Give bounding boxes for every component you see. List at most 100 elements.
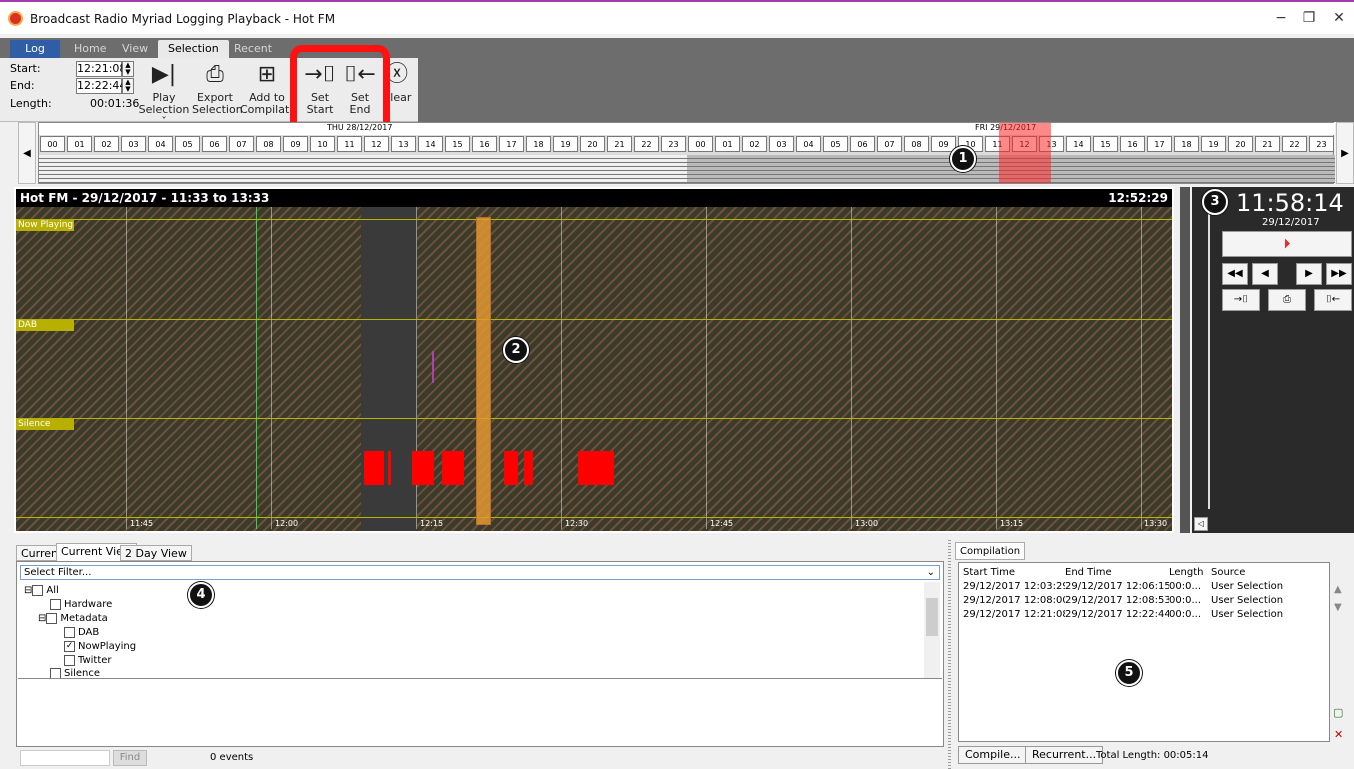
find-button[interactable]: Find xyxy=(113,750,147,766)
timeline-scroll-right[interactable]: ▶ xyxy=(1336,122,1354,184)
silence-event[interactable] xyxy=(578,451,614,485)
timeline-hour-cell[interactable]: 03 xyxy=(121,136,146,152)
minimize-button[interactable]: − xyxy=(1266,10,1296,30)
timeline-hour-cell[interactable]: 15 xyxy=(445,136,470,152)
checkbox[interactable] xyxy=(50,598,61,610)
recurrent-button[interactable]: Recurrent... xyxy=(1025,746,1104,764)
mute-button[interactable]: ◁ xyxy=(1194,517,1208,531)
timeline-hour-cell[interactable]: 06 xyxy=(850,136,875,152)
play-button[interactable]: ⏵ xyxy=(1222,231,1352,257)
timeline-hour-cell[interactable]: 01 xyxy=(715,136,740,152)
silence-event[interactable] xyxy=(442,451,464,485)
move-down-icon[interactable]: ▼ xyxy=(1334,602,1342,613)
add-to-compilation-button[interactable]: ⊞ Add to Compilation xyxy=(240,62,294,118)
timeline-hour-cell[interactable]: 02 xyxy=(94,136,119,152)
timeline-hour-cell[interactable]: 08 xyxy=(256,136,281,152)
timeline-hour-cell[interactable]: 02 xyxy=(742,136,767,152)
timeline-hour-cell[interactable]: 05 xyxy=(823,136,848,152)
timeline-hour-cell[interactable]: 23 xyxy=(661,136,686,152)
tree-item-nowplaying[interactable]: ✓ NowPlaying xyxy=(64,640,136,654)
timeline-hour-cell[interactable]: 17 xyxy=(1147,136,1172,152)
column-header[interactable]: End Time xyxy=(1065,566,1169,580)
timeline-hour-cell[interactable]: 23 xyxy=(1309,136,1334,152)
timeline-hour-cell[interactable]: 00 xyxy=(40,136,65,152)
timeline-hour-cell[interactable]: 07 xyxy=(229,136,254,152)
silence-event[interactable] xyxy=(412,451,434,485)
tab-2-day-view[interactable]: 2 Day View xyxy=(120,545,192,561)
table-row[interactable]: 29/12/2017 12:21:08 29/12/2017 12:22:44 00… xyxy=(959,608,1329,622)
start-spinner[interactable]: ▲ ▼ xyxy=(122,61,134,77)
tree-item-dab[interactable]: DAB xyxy=(64,626,99,640)
timeline-hour-cell[interactable]: 13 xyxy=(391,136,416,152)
timeline-hour-cell[interactable]: 01 xyxy=(67,136,92,152)
delete-icon[interactable]: ✕ xyxy=(1334,728,1343,741)
fast-forward-button[interactable]: ▶▶ xyxy=(1326,263,1352,285)
checkbox[interactable] xyxy=(46,612,58,624)
table-row[interactable]: 29/12/2017 12:08:00 29/12/2017 12:08:53 00… xyxy=(959,594,1329,608)
step-back-button[interactable]: ◀ xyxy=(1252,263,1278,285)
tab-compilation[interactable]: Compilation xyxy=(955,542,1026,560)
player-set-end-button[interactable]: ⌷← xyxy=(1314,289,1352,311)
end-spinner[interactable]: ▲ ▼ xyxy=(122,78,134,94)
checkbox[interactable] xyxy=(64,626,75,638)
timeline-overview[interactable]: THU 28/12/2017 FRI 29/12/2017 0001020304… xyxy=(38,122,1335,184)
end-time-input[interactable]: 12:22:44 xyxy=(76,78,126,94)
restore-button[interactable]: ❐ xyxy=(1294,10,1324,30)
step-forward-button[interactable]: ▶ xyxy=(1296,263,1322,285)
log-chart[interactable]: Hot FM - 29/12/2017 - 11:33 to 13:33 12:… xyxy=(14,187,1174,533)
timeline-hour-cell[interactable]: 10 xyxy=(310,136,335,152)
checkbox[interactable] xyxy=(64,654,75,666)
timeline-hour-cell[interactable]: 11 xyxy=(337,136,362,152)
column-header[interactable]: Start Time xyxy=(959,566,1065,580)
silence-event[interactable] xyxy=(388,451,391,485)
move-up-icon[interactable]: ▲ xyxy=(1334,584,1342,595)
new-document-icon[interactable]: ▢ xyxy=(1333,706,1343,719)
scroll-thumb[interactable] xyxy=(926,598,938,636)
tab-view[interactable]: View xyxy=(112,40,158,58)
selection-bar[interactable] xyxy=(476,217,491,525)
timeline-hour-cell[interactable]: 19 xyxy=(1201,136,1226,152)
tab-recent[interactable]: Recent xyxy=(224,40,282,58)
export-selection-button[interactable]: ⎙ Export Selection xyxy=(192,62,243,116)
timeline-hour-cell[interactable]: 12 xyxy=(364,136,389,152)
timeline-hour-cell[interactable]: 17 xyxy=(499,136,524,152)
column-header[interactable]: Source xyxy=(1211,566,1321,580)
column-header[interactable]: Length xyxy=(1169,566,1211,580)
tab-home[interactable]: Home xyxy=(64,40,116,58)
play-selection-button[interactable]: ▶| Play Selection ˇ xyxy=(138,62,190,128)
player-set-start-button[interactable]: →⌷ xyxy=(1222,289,1260,311)
tree-item-metadata[interactable]: ⊟ Metadata xyxy=(38,612,108,626)
timeline-hour-cell[interactable]: 20 xyxy=(1228,136,1253,152)
tree-item-silence[interactable]: Silence xyxy=(50,667,100,678)
silence-event[interactable] xyxy=(504,451,518,485)
timeline-hour-cell[interactable]: 04 xyxy=(796,136,821,152)
timeline-hour-cell[interactable]: 06 xyxy=(202,136,227,152)
timeline-current-window[interactable] xyxy=(999,123,1051,183)
timeline-hour-cell[interactable]: 07 xyxy=(877,136,902,152)
timeline-scroll-left[interactable]: ◀ xyxy=(18,122,36,184)
timeline-hour-cell[interactable]: 20 xyxy=(580,136,605,152)
timeline-hour-cell[interactable]: 18 xyxy=(1174,136,1199,152)
rewind-button[interactable]: ◀◀ xyxy=(1222,263,1248,285)
silence-event[interactable] xyxy=(524,451,533,485)
timeline-hour-cell[interactable]: 14 xyxy=(1066,136,1091,152)
compile-button[interactable]: Compile... xyxy=(958,746,1028,764)
timeline-hour-cell[interactable]: 22 xyxy=(634,136,659,152)
timeline-hour-cell[interactable]: 19 xyxy=(553,136,578,152)
timeline-hour-cell[interactable]: 04 xyxy=(148,136,173,152)
checkbox-checked[interactable]: ✓ xyxy=(64,640,75,652)
dab-event-mark[interactable] xyxy=(432,351,434,383)
tab-log[interactable]: Log xyxy=(10,40,60,58)
timeline-hour-cell[interactable]: 22 xyxy=(1282,136,1307,152)
tree-item-twitter[interactable]: Twitter xyxy=(64,654,112,668)
table-row[interactable]: 29/12/2017 12:03:29 29/12/2017 12:06:15 00… xyxy=(959,580,1329,594)
timeline-hour-cell[interactable]: 18 xyxy=(526,136,551,152)
tab-selection[interactable]: Selection xyxy=(158,40,229,58)
timeline-hour-cell[interactable]: 16 xyxy=(472,136,497,152)
timeline-hour-cell[interactable]: 15 xyxy=(1093,136,1118,152)
tree-scrollbar[interactable] xyxy=(924,582,940,678)
checkbox[interactable] xyxy=(50,667,61,678)
timeline-hour-cell[interactable]: 05 xyxy=(175,136,200,152)
timeline-hour-cell[interactable]: 08 xyxy=(904,136,929,152)
checkbox[interactable] xyxy=(32,584,44,596)
